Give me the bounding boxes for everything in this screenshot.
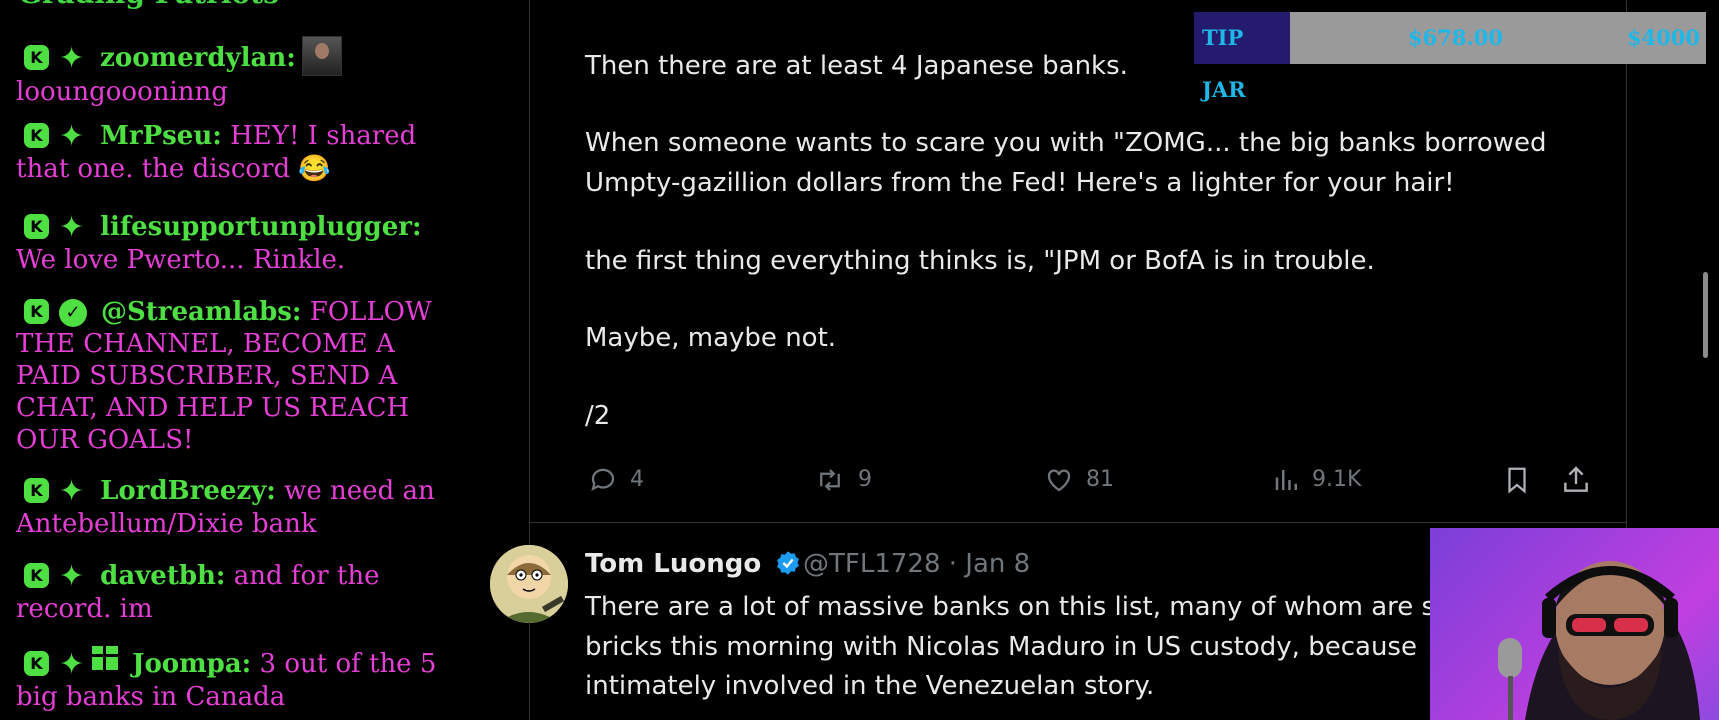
- like-button[interactable]: 81: [1042, 462, 1114, 498]
- like-count: 81: [1086, 467, 1114, 492]
- tweet-text-line: Umpty-gazillion dollars from the Fed! He…: [585, 168, 1455, 198]
- kick-badge-icon: [24, 651, 49, 676]
- chat-message: ✦Joompa: 3 out of the 5 big banks in Can…: [16, 646, 446, 713]
- chat-message: ✦LordBreezy: we need an Antebellum/Dixie…: [16, 475, 446, 540]
- scrollbar[interactable]: [1703, 272, 1708, 358]
- avatar[interactable]: [490, 545, 568, 623]
- tweet-text-line: bricks this morning with Nicolas Maduro …: [585, 632, 1417, 662]
- verified-badge-icon: ✓: [59, 299, 87, 327]
- tweet-text-line: the first thing everything thinks is, "J…: [585, 246, 1375, 276]
- verified-icon: [777, 551, 800, 575]
- sparkle-icon: ✦: [59, 647, 85, 682]
- kick-badge-icon: [24, 478, 49, 503]
- tip-jar-current: $678.00: [1408, 25, 1503, 50]
- emote-icon: [301, 36, 342, 76]
- sparkle-icon: ✦: [59, 119, 85, 154]
- chat-message: ✦MrPseu: HEY! I shared that one. the dis…: [16, 120, 446, 185]
- tweet-text-line: When someone wants to scare you with "ZO…: [585, 128, 1547, 158]
- chat-username: zoomerdylan:: [100, 43, 296, 73]
- author-handle-date[interactable]: @TFL1728 · Jan 8: [803, 546, 1030, 582]
- reply-count: 4: [630, 467, 644, 492]
- repost-button[interactable]: 9: [812, 462, 872, 498]
- chat-username: lifesupportunplugger:: [100, 212, 422, 242]
- chat-message: ✦ lifesupportunplugger: We love Pwerto...…: [16, 211, 446, 276]
- chat-text: looungoooninng: [16, 77, 228, 107]
- chat-username: davetbh:: [100, 561, 226, 591]
- sparkle-icon: ✦: [59, 41, 85, 76]
- tweet-text-line: Maybe, maybe not.: [585, 323, 837, 353]
- tip-jar-overlay: TIP JAR $678.00 $4000: [1194, 12, 1706, 102]
- tip-jar-goal: $4000: [1626, 25, 1700, 50]
- views-count: 9.1K: [1312, 467, 1362, 492]
- chat-message: ✦ zoomerdylan: looungoooninng: [16, 36, 446, 108]
- kick-badge-icon: [24, 123, 49, 148]
- chat-username: MrPseu:: [100, 121, 222, 151]
- kick-badge-icon: [24, 299, 49, 324]
- repost-count: 9: [858, 467, 872, 492]
- tweet-text-line: There are a lot of massive banks on this…: [585, 592, 1436, 622]
- chat-username: LordBreezy:: [100, 476, 276, 506]
- repost-icon: [820, 469, 840, 491]
- sparkle-icon: ✦: [59, 210, 85, 245]
- tweet-text-line: /2: [585, 401, 611, 431]
- like-icon: [1047, 469, 1071, 492]
- chat-message: ✓@Streamlabs: FOLLOW THE CHANNEL, BECOME…: [16, 296, 446, 456]
- share-icon: [1564, 466, 1588, 492]
- reply-icon: [591, 468, 615, 491]
- chat-header: Grading Patriots: [18, 0, 279, 10]
- views-button[interactable]: 9.1K: [1272, 462, 1361, 498]
- tweet-divider: [529, 522, 1626, 523]
- chat-message: ✦davetbh: and for the record. im: [16, 560, 446, 625]
- tweet-text-line: intimately involved in the Venezuelan st…: [585, 671, 1155, 701]
- kick-badge-icon: [24, 45, 49, 70]
- views-icon: [1275, 470, 1297, 490]
- kick-badge-icon: [24, 563, 49, 588]
- author-name[interactable]: Tom Luongo: [585, 546, 802, 582]
- tip-jar-label: TIP JAR: [1194, 12, 1290, 102]
- streamer-image: [1498, 561, 1700, 720]
- sparkle-icon: ✦: [59, 559, 85, 594]
- avatar-image: [490, 545, 568, 623]
- gift-icon: [92, 646, 119, 670]
- stream-chat-overlay: Grading Patriots ✦ zoomerdylan: looungooo…: [0, 0, 455, 720]
- bookmark-icon: [1508, 467, 1526, 494]
- chat-text: We love Pwerto... Rinkle.: [16, 245, 346, 275]
- share-button[interactable]: [1560, 462, 1602, 498]
- bookmark-button[interactable]: [1502, 462, 1542, 498]
- chat-username: Joompa:: [132, 649, 252, 679]
- chat-username: @Streamlabs:: [101, 297, 302, 327]
- sparkle-icon: ✦: [59, 474, 85, 509]
- tweet-text-line: Then there are at least 4 Japanese banks…: [585, 51, 1128, 81]
- reply-button[interactable]: 4: [586, 462, 644, 498]
- kick-badge-icon: [24, 214, 49, 239]
- webcam-overlay: [1430, 528, 1719, 720]
